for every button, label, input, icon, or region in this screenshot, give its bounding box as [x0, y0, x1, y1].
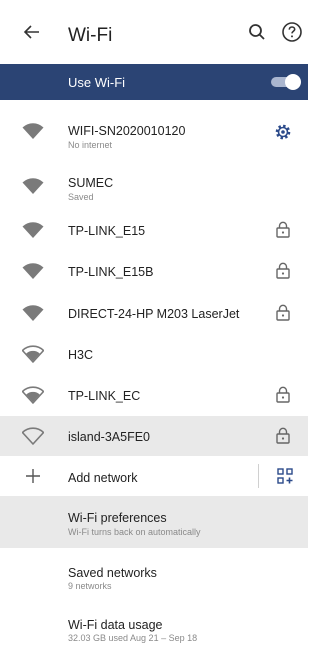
- network-row[interactable]: H3C: [0, 334, 308, 374]
- network-name: TP-LINK_E15B: [68, 265, 154, 279]
- wifi-data-usage-title: Wi-Fi data usage: [68, 618, 163, 632]
- network-status: Saved: [68, 192, 94, 202]
- network-row[interactable]: WIFI-SN2020010120 No internet: [0, 100, 308, 164]
- wifi-preferences-row[interactable]: Wi-Fi preferences Wi-Fi turns back on au…: [0, 496, 308, 548]
- wifi-signal-icon: [22, 178, 44, 194]
- network-row[interactable]: SUMEC Saved: [0, 164, 308, 210]
- plus-icon: [26, 469, 40, 483]
- lock-icon: [276, 221, 290, 238]
- saved-networks-row[interactable]: Saved networks 9 networks: [0, 548, 308, 598]
- wifi-signal-icon: [22, 386, 44, 404]
- wifi-data-usage-subtitle: 32.03 GB used Aug 21 – Sep 18: [68, 633, 198, 643]
- wifi-signal-icon: [22, 123, 44, 139]
- network-name: island-3A5FE0: [68, 430, 150, 444]
- lock-icon: [276, 427, 290, 444]
- network-name: H3C: [68, 348, 94, 362]
- network-name: TP-LINK_E15: [68, 224, 146, 238]
- back-arrow-icon[interactable]: [22, 22, 42, 42]
- network-name: TP-LINK_EC: [68, 389, 141, 403]
- network-name: DIRECT-24-HP M203 LaserJet: [68, 307, 240, 321]
- toggle-thumb: [285, 74, 301, 90]
- network-row[interactable]: TP-LINK_E15: [0, 210, 308, 250]
- wifi-data-usage-row[interactable]: Wi-Fi data usage 32.03 GB used Aug 21 – …: [0, 598, 308, 655]
- divider: [258, 464, 259, 488]
- qr-code-scan-icon[interactable]: [277, 468, 293, 484]
- wifi-signal-icon: [22, 222, 44, 238]
- network-status: No internet: [68, 140, 113, 150]
- use-wifi-label: Use Wi-Fi: [68, 75, 126, 90]
- network-row[interactable]: TP-LINK_E15B: [0, 250, 308, 292]
- app-bar: Wi-Fi: [0, 0, 308, 64]
- network-name: SUMEC: [68, 176, 114, 190]
- add-network-label: Add network: [68, 471, 138, 485]
- lock-icon: [276, 386, 290, 403]
- search-icon[interactable]: [248, 23, 266, 41]
- page-title: Wi-Fi: [68, 25, 113, 46]
- help-icon[interactable]: [281, 21, 303, 43]
- network-row[interactable]: TP-LINK_EC: [0, 374, 308, 416]
- saved-networks-title: Saved networks: [68, 566, 157, 580]
- lock-icon: [276, 304, 290, 321]
- wifi-signal-icon: [22, 305, 44, 321]
- wifi-signal-icon: [22, 427, 44, 445]
- lock-icon: [276, 262, 290, 279]
- wifi-signal-icon: [22, 345, 44, 363]
- add-network-row[interactable]: Add network: [0, 456, 308, 496]
- network-row-selected[interactable]: island-3A5FE0: [0, 416, 308, 456]
- use-wifi-bar[interactable]: Use Wi-Fi: [0, 64, 308, 100]
- wifi-preferences-subtitle: Wi-Fi turns back on automatically: [68, 527, 201, 537]
- saved-networks-subtitle: 9 networks: [68, 581, 112, 591]
- use-wifi-toggle[interactable]: [271, 74, 301, 90]
- wifi-signal-icon: [22, 263, 44, 279]
- wifi-preferences-title: Wi-Fi preferences: [68, 511, 167, 525]
- network-name: WIFI-SN2020010120: [68, 124, 186, 138]
- settings-gear-icon[interactable]: [274, 123, 292, 141]
- network-row[interactable]: DIRECT-24-HP M203 LaserJet: [0, 292, 308, 334]
